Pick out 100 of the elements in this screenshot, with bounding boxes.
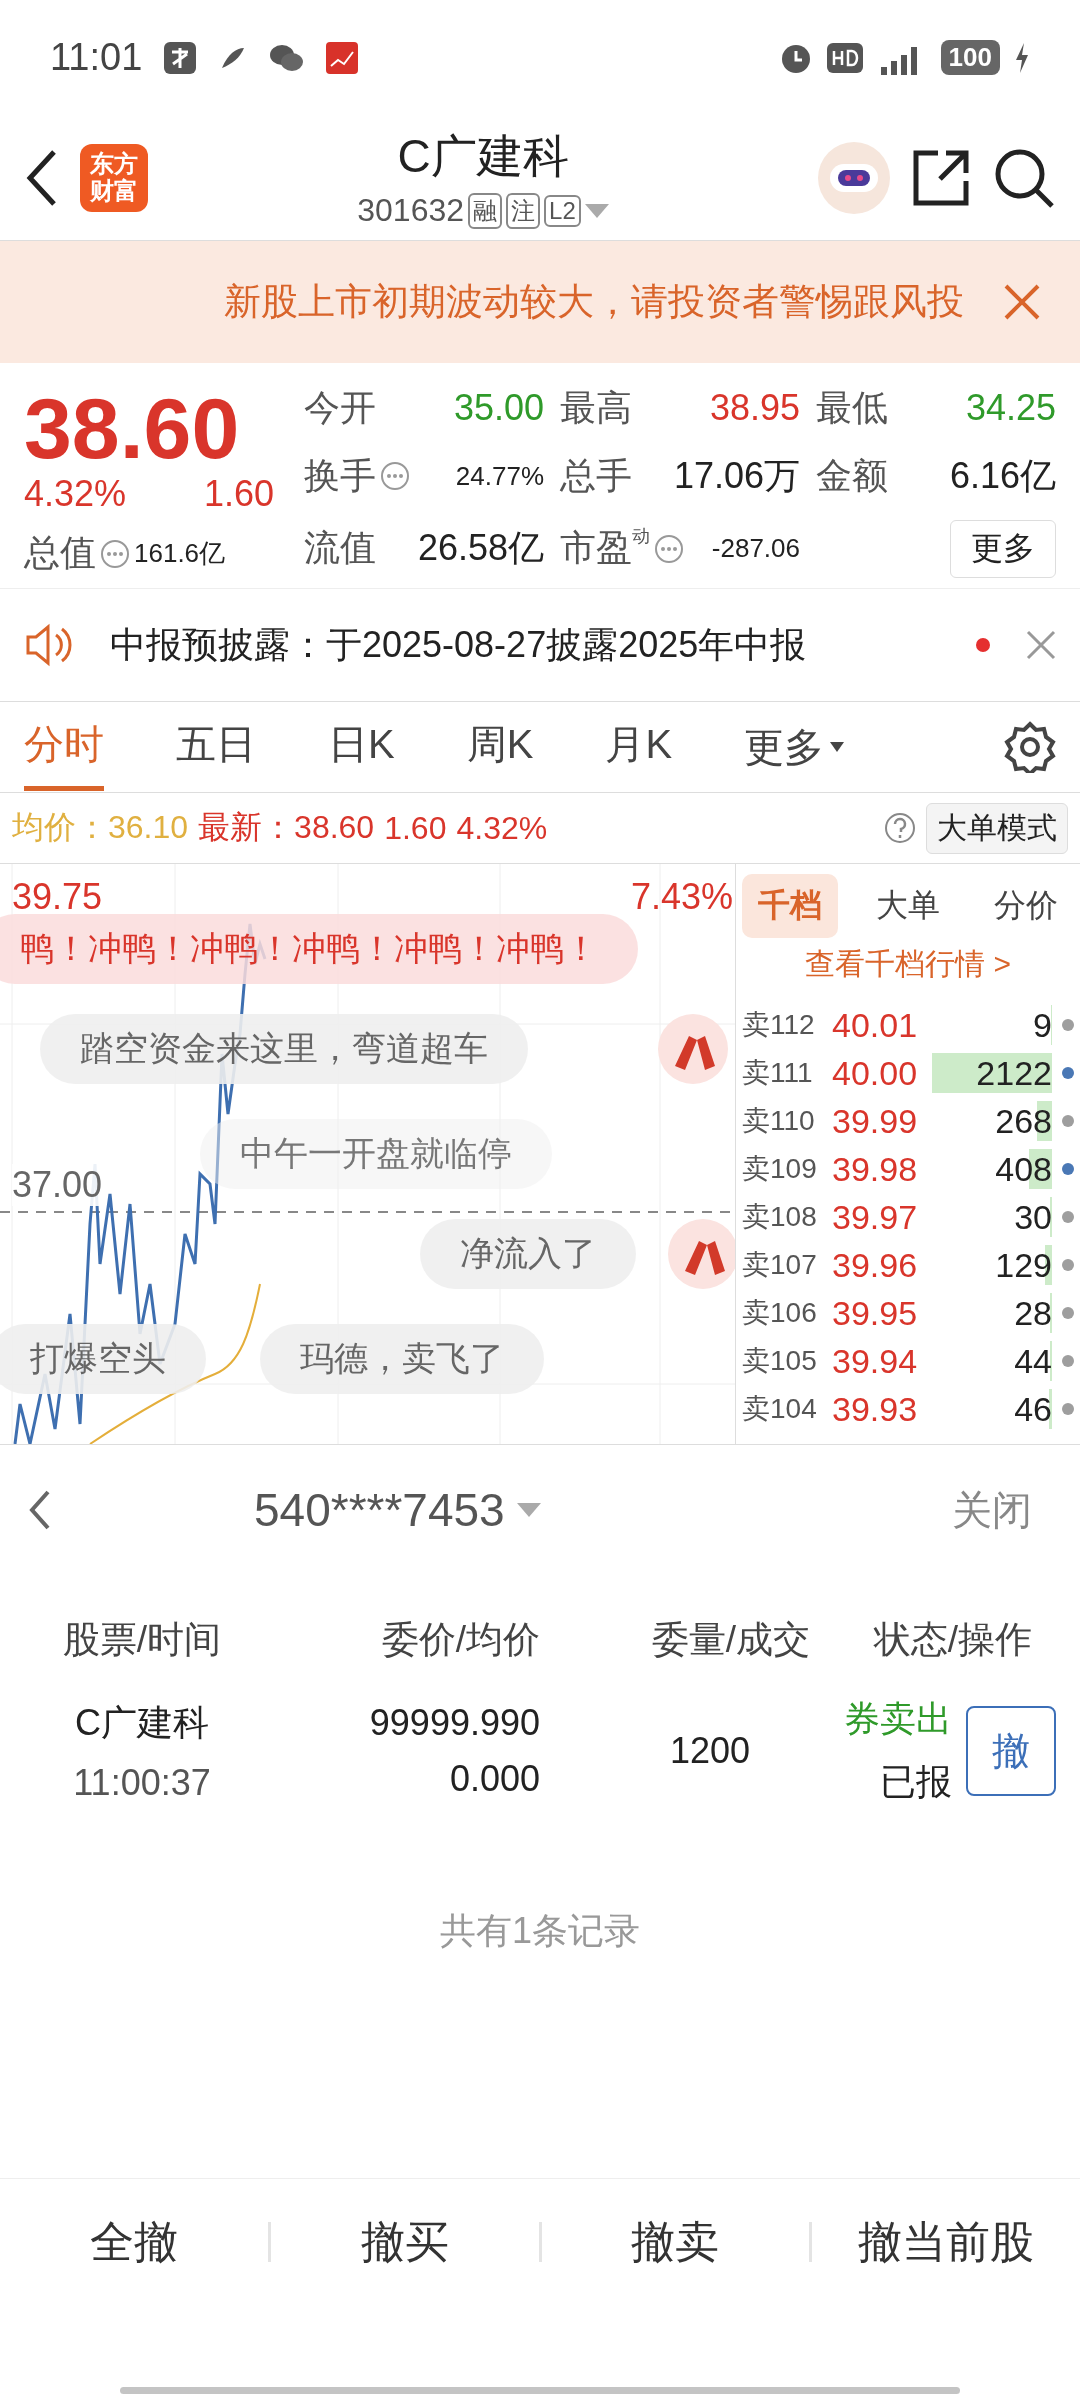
stat-value: 17.06万 <box>673 453 800 498</box>
order-book-tab[interactable]: 分价 <box>978 874 1074 939</box>
firecracker-icon <box>655 1014 731 1085</box>
close-button[interactable]: 关闭 <box>932 1482 1052 1538</box>
cancel-button[interactable]: 撤 <box>966 1706 1056 1797</box>
cancel-action-button[interactable]: 撤买 <box>267 2221 539 2262</box>
chart-tab[interactable]: 五日 <box>176 703 256 792</box>
battery-level: 100 <box>940 40 1000 75</box>
ask-price: 39.96 <box>832 1245 919 1285</box>
level-label: 卖112 <box>742 1008 816 1043</box>
level-label: 卖107 <box>742 1248 818 1283</box>
order-status: 已报 <box>880 1760 952 1805</box>
cancel-action-button[interactable]: 全撤 <box>0 2221 268 2262</box>
account-number[interactable]: 540****7453 <box>254 1483 505 1538</box>
record-count: 共有1条记录 <box>439 1909 641 1954</box>
stat-label: 流值 <box>304 526 376 571</box>
help-icon[interactable] <box>884 812 916 845</box>
average-price: 均价：36.10 <box>12 808 189 848</box>
close-icon[interactable] <box>1026 630 1056 661</box>
column-header: 股票/时间 <box>61 1618 223 1663</box>
view-depth-link[interactable]: 查看千档行情 > <box>742 944 1074 986</box>
hd-icon <box>826 42 863 73</box>
stat-label: 最低 <box>816 385 888 430</box>
column-header: 状态/操作 <box>872 1618 1033 1663</box>
stat-label: 金额 <box>816 453 888 498</box>
ask-price: 40.00 <box>832 1053 919 1093</box>
cancel-action-button[interactable]: 撤当前股 <box>809 2221 1080 2262</box>
chart-tab[interactable]: 分时 <box>24 703 104 792</box>
stat-label: 总值 <box>24 531 96 576</box>
notice-text[interactable]: 中报预披露：于2025-08-27披露2025年中报 <box>110 620 940 670</box>
stock-tag: L2 <box>544 194 581 227</box>
stat-value: 26.58亿 <box>417 526 544 571</box>
stat-value: 35.00 <box>453 387 544 430</box>
chart-tab[interactable]: 日K <box>328 703 395 792</box>
more-info-icon <box>654 533 684 564</box>
order-quantity: 1200 <box>669 1730 750 1773</box>
caret-icon <box>830 742 845 753</box>
chart-app-icon <box>326 41 359 74</box>
stock-title: C广建科 <box>397 129 569 184</box>
chart-tab[interactable]: 周K <box>466 703 534 792</box>
stock-code: 301632 <box>357 192 465 229</box>
more-info-icon <box>380 461 410 492</box>
ask-price: 39.99 <box>832 1101 919 1141</box>
change-amount: 1.60 <box>203 473 274 516</box>
cancel-action-button[interactable]: 撤卖 <box>538 2221 810 2262</box>
comment-bubble: 鸭！冲鸭！冲鸭！冲鸭！冲鸭！冲鸭！ <box>0 914 638 985</box>
ask-price: 39.95 <box>832 1293 919 1333</box>
latest-change: 1.60 <box>384 809 447 847</box>
stock-tag: 融 <box>468 192 503 229</box>
level-label: 卖104 <box>742 1392 818 1427</box>
level-label: 卖109 <box>742 1152 818 1187</box>
order-price: 99999.990 <box>369 1702 540 1745</box>
current-price: 38.60 <box>24 383 241 474</box>
stat-label: 总手 <box>560 453 632 498</box>
charging-icon <box>1014 42 1030 73</box>
latest-price: 最新：38.60 <box>198 808 375 848</box>
ask-price: 39.94 <box>832 1341 919 1381</box>
column-header: 委量/成交 <box>650 1618 811 1663</box>
column-header: 委价/均价 <box>380 1618 541 1663</box>
speaker-icon <box>24 623 74 668</box>
ask-price: 39.93 <box>832 1389 919 1429</box>
comment-bubble: 玛德，卖飞了 <box>260 1324 544 1395</box>
risk-warning: 新股上市初期波动较大，请投资者警惕跟风投 <box>224 280 964 324</box>
stat-label: 最高 <box>560 385 632 430</box>
ask-price: 39.98 <box>832 1149 919 1189</box>
stat-value: 6.16亿 <box>949 453 1056 498</box>
more-info-icon <box>100 538 130 569</box>
comment-bubble: 打爆空头 <box>0 1324 206 1395</box>
level-label: 卖106 <box>742 1296 818 1331</box>
comment-bubble: 净流入了 <box>420 1219 636 1290</box>
level-label: 卖108 <box>742 1200 818 1235</box>
order-time: 11:00:37 <box>73 1761 211 1804</box>
stat-value: 34.25 <box>965 387 1056 430</box>
stat-value: 24.77% <box>455 460 544 492</box>
settings-icon[interactable] <box>1004 721 1056 774</box>
stat-value: 38.95 <box>709 387 800 430</box>
stat-value: 161.6亿 <box>134 537 226 571</box>
comment-bubble: 踏空资金来这里，弯道超车 <box>40 1014 528 1085</box>
order-book-tab[interactable]: 大单 <box>860 874 956 939</box>
big-order-mode-button[interactable]: 大单模式 <box>926 802 1068 854</box>
app-notification-icon <box>164 41 197 74</box>
level-label: 卖105 <box>742 1344 818 1379</box>
axis-reference-price: 37.00 <box>12 1164 103 1207</box>
level-label: 卖110 <box>742 1104 816 1139</box>
average-fill-price: 0.000 <box>449 1758 540 1801</box>
order-stock: C广建科 <box>75 1700 209 1745</box>
latest-percent: 4.32% <box>456 809 548 847</box>
close-icon[interactable] <box>1004 284 1040 320</box>
chart-tab[interactable]: 月K <box>605 703 673 792</box>
comment-bubble: 中午一开盘就临停 <box>200 1119 552 1190</box>
stock-tag: 注 <box>506 192 541 229</box>
firecracker-icon <box>665 1219 735 1290</box>
more-button[interactable]: 更多 <box>950 519 1056 578</box>
ask-volume-cell: 2122 <box>932 1053 1052 1094</box>
ask-price: 40.01 <box>832 1005 919 1045</box>
more-tab[interactable]: 更多 <box>744 719 845 775</box>
change-percent: 4.32% <box>24 473 127 516</box>
status-time: 11:01 <box>50 36 143 79</box>
level-label: 卖111 <box>742 1056 814 1091</box>
stat-value: -287.06 <box>711 533 800 565</box>
